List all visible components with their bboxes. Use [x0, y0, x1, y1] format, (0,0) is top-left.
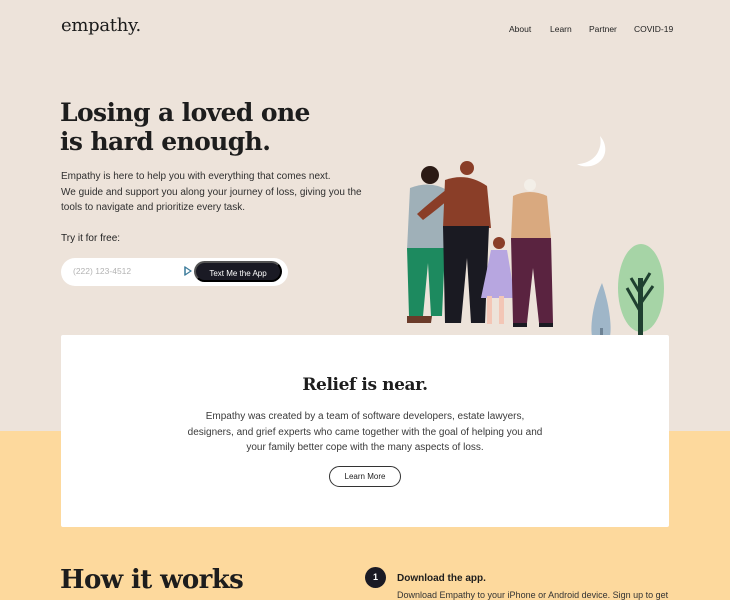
send-arrow-icon [184, 266, 192, 276]
relief-description: Empathy was created by a team of softwar… [61, 409, 669, 456]
step-title: Download the app. [397, 573, 486, 584]
hero-description: Empathy is here to help you with everyth… [61, 169, 362, 216]
nav-covid-19[interactable]: COVID-19 [634, 24, 673, 34]
relief-description-line-3: your family better cope with the many as… [246, 442, 484, 453]
crescent-moon-icon [577, 136, 606, 167]
nav-about[interactable]: About [509, 24, 531, 34]
hero-description-line-3: tools to navigate and prioritize every t… [61, 202, 245, 213]
person-woman-grey [407, 166, 449, 323]
empathy-logo[interactable]: empathy. [61, 15, 141, 36]
text-me-the-app-button[interactable]: Text Me the App [194, 261, 282, 282]
nav-partner[interactable]: Partner [589, 24, 617, 34]
hero-title-line-2: is hard enough. [60, 127, 271, 156]
try-free-label: Try it for free: [61, 233, 121, 244]
how-it-works-title: How it works [60, 565, 244, 595]
relief-description-line-1: Empathy was created by a team of softwar… [205, 411, 525, 422]
relief-title: Relief is near. [302, 375, 428, 395]
hero-title-line-1: Losing a loved one [60, 98, 310, 127]
step-number-badge: 1 [365, 567, 386, 588]
step-description: Download Empathy to your iPhone or Andro… [397, 590, 669, 600]
person-elder-tan [511, 179, 553, 327]
learn-more-button[interactable]: Learn More [329, 466, 401, 487]
nav-learn[interactable]: Learn [550, 24, 572, 34]
family-illustration [407, 136, 664, 351]
phone-input[interactable] [73, 266, 173, 276]
hero-description-line-2: We guide and support you along your jour… [61, 186, 362, 198]
hero-title: Losing a loved one is hard enough. [60, 98, 360, 156]
hero-description-line-1: Empathy is here to help you with everyth… [61, 171, 331, 182]
relief-description-line-2: designers, and grief experts who came to… [187, 426, 543, 438]
